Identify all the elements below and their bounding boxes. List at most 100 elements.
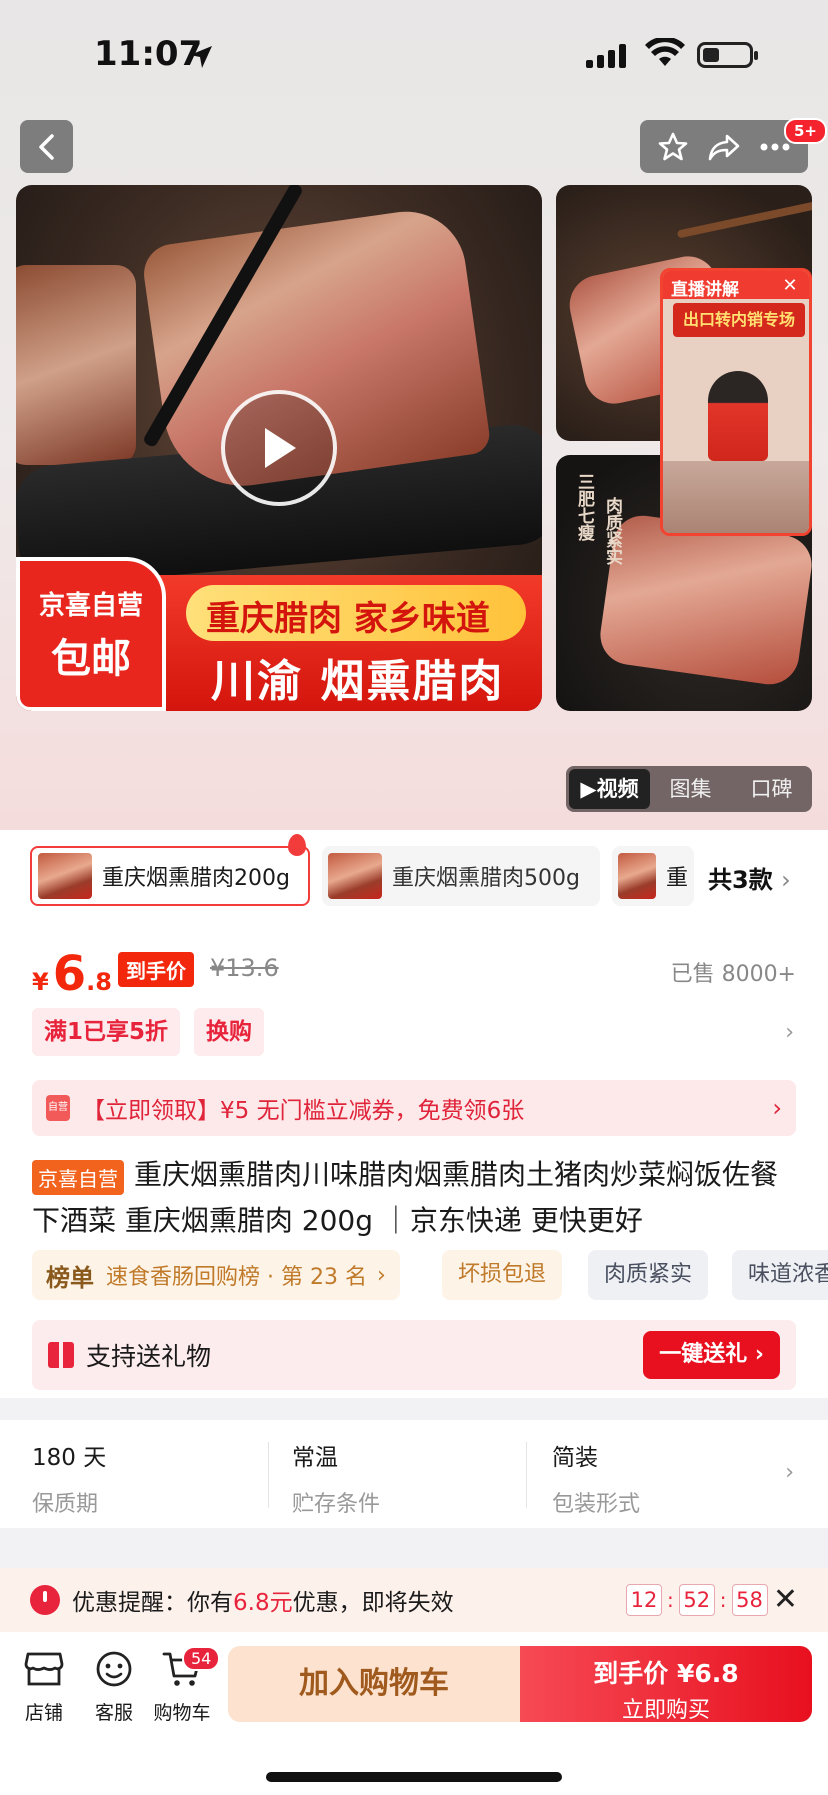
more-badge: 5+ [784, 118, 828, 144]
share-icon[interactable] [707, 132, 741, 162]
self-operated-badge: 京喜自营 [32, 1160, 124, 1195]
live-subtitle: 出口转内销专场 [673, 303, 805, 337]
timer-separator: : [667, 1588, 674, 1612]
product-gallery: 11:07 5+ 重庆腊肉 家乡味道 川渝 烟熏腊肉 京喜自营 包邮 三肥七瘦 … [0, 0, 828, 830]
spec-shelf-life: 180 天 保质期 [32, 1438, 106, 1518]
product-info-panel: 重庆烟熏腊肉200g 重庆烟熏腊肉500g 重 共3款 › ¥ 6 .8 到手价… [0, 830, 828, 1398]
sku-option-3[interactable]: 重 [612, 846, 694, 906]
spec-value: 常温 [292, 1445, 338, 1471]
banner-title: 川渝 烟熏腊肉 [211, 656, 505, 707]
timer-hours: 12 [626, 1584, 662, 1616]
buy-now-button[interactable]: 到手价 ¥6.8 立即购买 [520, 1646, 812, 1723]
divider [268, 1442, 269, 1508]
spec-value: 简装 [552, 1445, 598, 1471]
price-integer: 6 [52, 946, 87, 1002]
send-gift-button[interactable]: 一键送礼 › [643, 1331, 780, 1379]
side-text-2: 肉质紧实 [602, 497, 622, 565]
chip-damage-refund[interactable]: 坏损包退 [442, 1250, 563, 1300]
star-icon[interactable] [657, 131, 689, 163]
status-time: 11:07 [94, 34, 203, 74]
ranking-text: 速食香肠回购榜 · 第 23 名 [106, 1265, 367, 1290]
top-actions [640, 120, 808, 173]
shop-button[interactable]: 店铺 [14, 1650, 74, 1725]
tab-reviews[interactable]: 口碑 [731, 769, 812, 809]
bottom-action-bar: 店铺 客服 购物车 54 加入购物车 到手价 ¥6.8 立即购买 [0, 1632, 828, 1795]
sku-option-200g[interactable]: 重庆烟熏腊肉200g [30, 846, 310, 906]
promo-exchange[interactable]: 换购 [194, 1008, 264, 1056]
price-currency: ¥ [32, 968, 49, 996]
gift-banner: 支持送礼物 一键送礼 › [32, 1320, 796, 1390]
add-to-cart-button[interactable]: 加入购物车 [228, 1646, 520, 1722]
chevron-right-icon: › [772, 1094, 782, 1122]
spec-label: 贮存条件 [292, 1492, 381, 1517]
deal-price-tag: 到手价 [118, 952, 194, 987]
price-decimal: .8 [86, 968, 112, 996]
live-stream-panel[interactable]: 直播讲解 ✕ 出口转内销专场 [660, 268, 812, 536]
send-gift-label: 一键送礼 [659, 1342, 748, 1367]
ranking-badge: 榜单 [46, 1263, 94, 1292]
close-icon[interactable]: ✕ [773, 1582, 798, 1617]
battery-icon [697, 42, 758, 68]
live-table [663, 461, 809, 533]
sku-option-500g[interactable]: 重庆烟熏腊肉500g [322, 846, 600, 906]
sku-label: 重庆烟熏腊肉500g [392, 866, 580, 891]
reminder-amount: 6.8元 [233, 1590, 293, 1616]
chevron-left-icon [38, 133, 54, 160]
spec-row[interactable]: 180 天 保质期 常温 贮存条件 简装 包装形式 › [0, 1420, 828, 1528]
spec-storage: 常温 贮存条件 [292, 1438, 380, 1518]
main-product-image[interactable]: 重庆腊肉 家乡味道 川渝 烟熏腊肉 京喜自营 包邮 [16, 185, 542, 711]
sku-label: 重庆烟熏腊肉200g [102, 866, 290, 891]
service-button[interactable]: 客服 [84, 1650, 144, 1725]
spec-label: 包装形式 [552, 1492, 641, 1517]
tag-line2: 包邮 [51, 635, 131, 682]
countdown-timer: 12 : 52 : 58 [626, 1584, 768, 1616]
self-operated-tag: 京喜自营 包邮 [16, 557, 166, 711]
coupon-text: 【立即领取】¥5 无门槛立减券，免费领6张 [82, 1098, 525, 1124]
gift-label: 支持送礼物 [86, 1342, 212, 1371]
original-price: ¥13.6 [210, 954, 279, 982]
sku-thumbnail [328, 853, 382, 899]
shop-label: 店铺 [24, 1702, 63, 1724]
buy-price: 到手价 ¥6.8 [593, 1659, 739, 1688]
chip-rich-flavor[interactable]: 味道浓香 [732, 1250, 828, 1300]
meat-slice-image [596, 511, 812, 689]
back-button[interactable] [20, 120, 73, 173]
chevron-right-icon: › [785, 1460, 794, 1485]
tab-gallery[interactable]: 图集 [650, 769, 731, 809]
chevron-right-icon: › [376, 1262, 386, 1288]
chip-firm-meat[interactable]: 肉质紧实 [588, 1250, 709, 1300]
coupon-banner[interactable]: 自营 【立即领取】¥5 无门槛立减券，免费领6张 › [32, 1080, 796, 1136]
host-avatar [708, 371, 768, 461]
tab-video[interactable]: ▶视频 [569, 769, 650, 809]
gift-icon [48, 1342, 74, 1368]
sku-count[interactable]: 共3款 › [708, 860, 791, 895]
spec-packaging: 简装 包装形式 [552, 1438, 640, 1518]
home-indicator [266, 1772, 562, 1782]
discount-reminder: 优惠提醒：你有6.8元优惠，即将失效 12 : 52 : 58 ✕ [0, 1568, 828, 1632]
chevron-right-icon: › [781, 866, 791, 894]
close-icon[interactable]: ✕ [779, 275, 801, 297]
location-arrow-icon [190, 46, 212, 68]
clock-icon [30, 1585, 60, 1615]
more-icon[interactable] [759, 142, 791, 152]
sku-thumbnail [618, 853, 656, 899]
ranking-chip[interactable]: 榜单 速食香肠回购榜 · 第 23 名 › [32, 1250, 400, 1300]
sold-count: 已售 8000+ [670, 962, 796, 987]
coupon-icon: 自营 [46, 1095, 70, 1121]
tag-line1: 京喜自营 [38, 590, 143, 621]
banner-slogan: 重庆腊肉 家乡味道 [206, 599, 490, 639]
promo-discount[interactable]: 满1已享5折 [32, 1008, 181, 1056]
hot-icon [288, 834, 306, 856]
spec-value: 180 天 [32, 1445, 107, 1471]
divider [526, 1442, 527, 1508]
reminder-text: 优惠提醒：你有6.8元优惠，即将失效 [72, 1583, 454, 1617]
wifi-icon [645, 38, 685, 66]
sku-total-label: 共3款 [708, 866, 773, 894]
spec-label: 保质期 [32, 1492, 99, 1517]
side-text-1: 三肥七瘦 [574, 473, 594, 541]
timer-seconds: 58 [731, 1584, 768, 1616]
play-video-button[interactable] [221, 390, 337, 506]
media-tabs: ▶视频 图集 口碑 [566, 766, 812, 812]
chevron-right-icon[interactable]: › [785, 1020, 794, 1045]
timer-minutes: 52 [678, 1584, 715, 1616]
